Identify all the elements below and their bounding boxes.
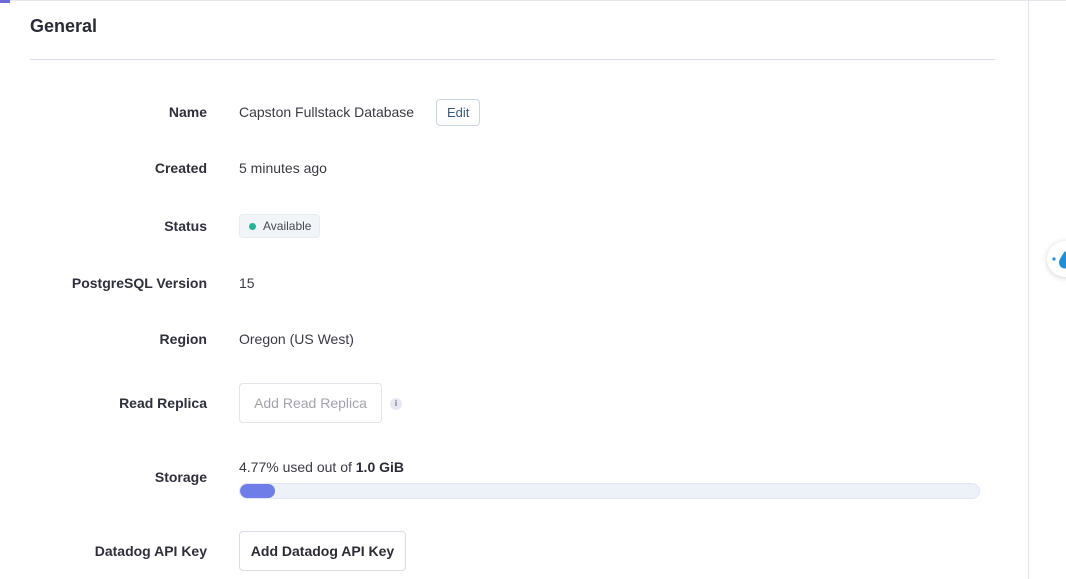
database-info-page: General Name Capston Fullstack Database … [0, 0, 1066, 579]
storage-used-percent: 4.77% [239, 459, 279, 475]
info-icon[interactable]: i [390, 398, 402, 410]
name-label: Name [168, 104, 207, 120]
created-value: 5 minutes ago [239, 160, 327, 176]
status-dot-icon [249, 222, 256, 230]
water-drop-icon [1052, 251, 1066, 269]
add-read-replica-button[interactable]: Add Read Replica [239, 383, 382, 423]
name-value: Capston Fullstack Database [239, 104, 415, 120]
region-label: Region [159, 331, 207, 347]
storage-capacity: 1.0 GiB [355, 459, 405, 475]
status-label: Status [164, 218, 207, 234]
section-title: General [30, 16, 98, 36]
postgres-version-value: 15 [239, 275, 255, 291]
postgres-version-label: PostgreSQL Version [71, 275, 207, 291]
status-badge-text: Available [263, 219, 312, 233]
top-border [0, 0, 1066, 1]
add-datadog-api-key-button[interactable]: Add Datadog API Key [239, 531, 406, 571]
panel-right-border [1028, 0, 1029, 579]
storage-used-text: used out of [282, 459, 352, 475]
section-divider [30, 59, 995, 60]
status-badge: Available [239, 214, 321, 238]
floating-help-widget[interactable] [1047, 241, 1066, 277]
read-replica-label: Read Replica [119, 395, 207, 411]
storage-progress-bar [239, 483, 980, 499]
storage-label: Storage [154, 469, 207, 485]
top-accent-bar [0, 0, 10, 3]
edit-name-button[interactable]: Edit [436, 99, 481, 126]
created-label: Created [154, 160, 207, 176]
storage-usage-text: 4.77% used out of 1.0 GiB [239, 459, 404, 475]
storage-progress-fill [240, 484, 276, 498]
datadog-label: Datadog API Key [94, 543, 207, 559]
region-value: Oregon (US West) [239, 331, 354, 347]
